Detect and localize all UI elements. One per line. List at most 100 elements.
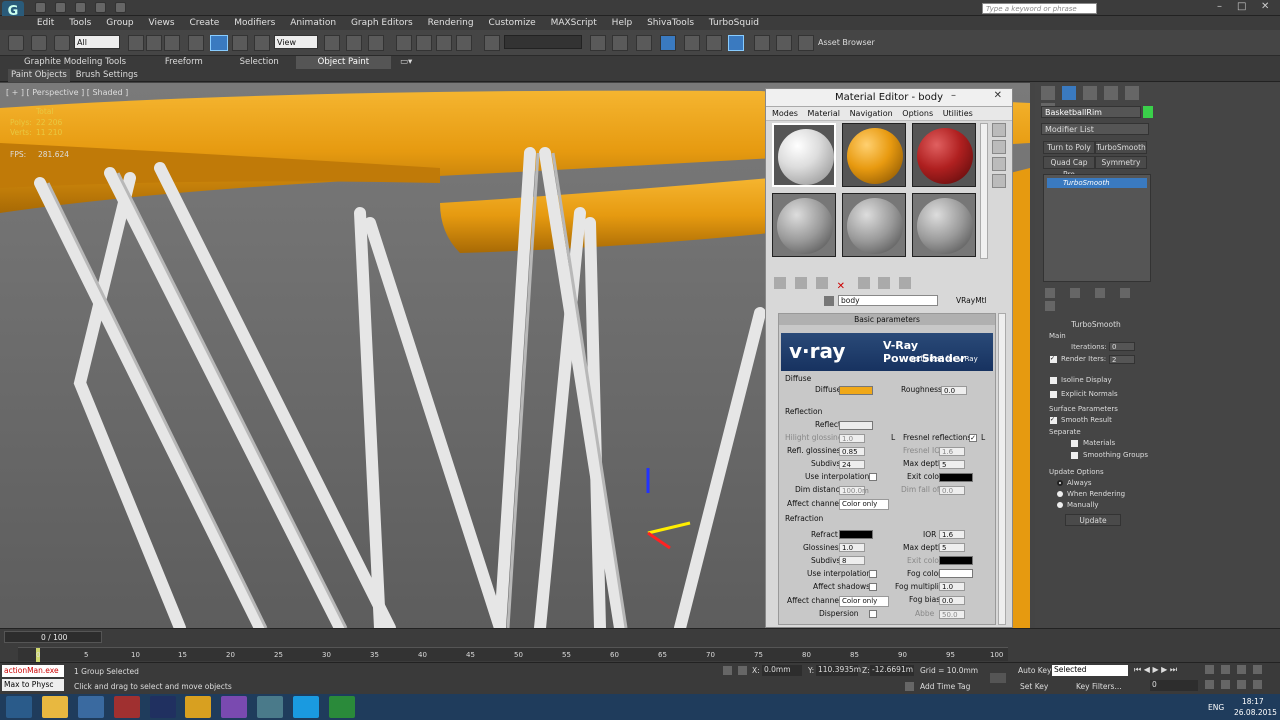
new-file-icon[interactable] bbox=[35, 2, 46, 13]
ior-input[interactable]: 1.6 bbox=[939, 530, 965, 539]
go-to-end-icon[interactable]: ⏭ bbox=[1170, 665, 1177, 674]
maximize-viewport-icon[interactable] bbox=[1253, 680, 1262, 689]
material-editor-titlebar[interactable]: Material Editor - body bbox=[766, 89, 1012, 107]
named-selection-dropdown[interactable] bbox=[504, 35, 582, 49]
explicit-normals-checkbox[interactable] bbox=[1050, 391, 1057, 398]
pivot-center-icon[interactable] bbox=[324, 35, 340, 51]
refract-color-swatch[interactable] bbox=[839, 530, 873, 539]
quad-cap-pro-button[interactable]: Quad Cap Pro bbox=[1043, 156, 1095, 179]
add-time-tag[interactable]: Add Time Tag bbox=[920, 682, 970, 691]
move-icon[interactable] bbox=[210, 35, 228, 51]
zoom-icon[interactable] bbox=[1205, 665, 1214, 674]
refr-max-depth-input[interactable]: 5 bbox=[939, 543, 965, 552]
keyboard-shortcut-icon[interactable] bbox=[368, 35, 384, 51]
mated-menu-material[interactable]: Material bbox=[808, 109, 841, 118]
save-file-icon[interactable] bbox=[74, 2, 86, 13]
rect-selection-icon[interactable] bbox=[164, 35, 180, 51]
reflect-color-swatch[interactable] bbox=[839, 421, 873, 430]
backlight-icon[interactable] bbox=[992, 140, 1006, 154]
mated-menu-navigation[interactable]: Navigation bbox=[850, 109, 893, 118]
viewport-label[interactable]: [ + ] [ Perspective ] [ Shaded ] bbox=[6, 88, 128, 97]
object-name-field[interactable]: BasketballRim bbox=[1041, 106, 1141, 118]
maximize-icon[interactable]: □ bbox=[1237, 1, 1246, 12]
spinner-snap-icon[interactable] bbox=[456, 35, 472, 51]
turbosmooth-rollout-header[interactable]: TurboSmooth bbox=[1041, 320, 1151, 330]
menu-modifiers[interactable]: Modifiers bbox=[228, 16, 281, 30]
refl-gloss-input[interactable]: 0.85 bbox=[839, 447, 865, 456]
always-radio[interactable] bbox=[1057, 480, 1063, 486]
add-time-tag-icon[interactable] bbox=[905, 682, 914, 691]
remove-modifier-icon[interactable] bbox=[1119, 288, 1130, 298]
absolute-mode-icon[interactable] bbox=[738, 666, 747, 675]
refr-use-interp-checkbox[interactable] bbox=[869, 570, 877, 578]
rollout-basic-parameters[interactable]: Basic parameters bbox=[779, 314, 995, 325]
params-scrollbar[interactable] bbox=[998, 313, 1006, 625]
next-frame-icon[interactable]: ▶ bbox=[1161, 665, 1167, 674]
current-frame-input[interactable]: 0 bbox=[1150, 680, 1198, 691]
menu-group[interactable]: Group bbox=[100, 16, 139, 30]
zoom-extents-all-icon[interactable] bbox=[1253, 665, 1262, 674]
prev-frame-icon[interactable]: ◀ bbox=[1144, 665, 1150, 674]
maxscript-listener-line1[interactable]: actionMan.exe bbox=[2, 665, 64, 677]
search-input[interactable]: Type a keyword or phrase bbox=[982, 3, 1097, 14]
render-setup-icon[interactable] bbox=[754, 35, 770, 51]
scale-icon[interactable] bbox=[254, 35, 270, 51]
fog-color-swatch[interactable] bbox=[939, 569, 973, 578]
fresnel-checkbox[interactable]: ✓ bbox=[969, 434, 977, 442]
minimize-icon[interactable]: – bbox=[1217, 1, 1222, 12]
chrome-icon[interactable] bbox=[185, 696, 212, 718]
z-coordinate-input[interactable]: -12.6691m bbox=[870, 665, 914, 676]
menu-edit[interactable]: Edit bbox=[31, 16, 60, 30]
use-interpolation-checkbox[interactable] bbox=[869, 473, 877, 481]
dim-falloff-input[interactable]: 0.0 bbox=[939, 486, 965, 495]
sample-type-icon[interactable] bbox=[992, 123, 1006, 137]
undo-icon[interactable] bbox=[94, 2, 106, 13]
dim-distance-input[interactable]: 100.0m bbox=[839, 486, 869, 495]
orbit-icon[interactable] bbox=[1237, 680, 1246, 689]
display-tab-icon[interactable] bbox=[1124, 86, 1139, 100]
align-icon[interactable] bbox=[612, 35, 628, 51]
mated-menu-utilities[interactable]: Utilities bbox=[943, 109, 973, 118]
snaps-toggle-icon[interactable] bbox=[396, 35, 412, 51]
stack-item-turbosmooth[interactable]: TurboSmooth bbox=[1047, 178, 1147, 188]
modify-tab-icon[interactable] bbox=[1061, 86, 1076, 100]
rendered-frame-icon[interactable] bbox=[776, 35, 792, 51]
turn-to-poly-button[interactable]: Turn to Poly bbox=[1043, 141, 1095, 154]
abbe-input[interactable]: 50.0 bbox=[939, 610, 965, 619]
media-player-icon[interactable] bbox=[149, 696, 176, 718]
subtab-paint-objects[interactable]: Paint Objects bbox=[8, 69, 70, 82]
selection-set-dropdown[interactable]: Selected bbox=[1052, 665, 1128, 676]
y-coordinate-input[interactable]: 110.3935m bbox=[816, 665, 861, 676]
copy-material-icon[interactable] bbox=[857, 277, 870, 289]
time-slider[interactable]: 0 / 100 bbox=[4, 631, 102, 643]
fog-bias-input[interactable]: 0.0 bbox=[939, 596, 965, 605]
go-to-parent-icon[interactable] bbox=[899, 277, 912, 289]
menu-tools[interactable]: Tools bbox=[63, 16, 97, 30]
material-name-field[interactable]: body bbox=[838, 295, 938, 306]
x-coordinate-input[interactable]: 0.0mm bbox=[762, 665, 802, 676]
sample-slot-6[interactable] bbox=[912, 193, 976, 257]
sample-slot-3[interactable] bbox=[912, 123, 976, 187]
exit-color-swatch[interactable] bbox=[939, 473, 973, 482]
track-bar[interactable]: 0 5 10 15 20 25 30 35 40 45 50 55 60 65 … bbox=[18, 647, 1008, 662]
render-production-icon[interactable] bbox=[798, 35, 814, 51]
refr-exit-color-swatch[interactable] bbox=[939, 556, 973, 565]
mated-menu-options[interactable]: Options bbox=[902, 109, 933, 118]
zoom-all-icon[interactable] bbox=[1221, 665, 1230, 674]
edit-named-selection-icon[interactable] bbox=[484, 35, 500, 51]
get-material-icon[interactable] bbox=[774, 277, 786, 289]
clock-date[interactable]: 26.08.2015 bbox=[1234, 708, 1277, 717]
rotate-icon[interactable] bbox=[232, 35, 248, 51]
render-iters-checkbox[interactable]: ✓ bbox=[1050, 356, 1057, 363]
render-iters-input[interactable]: 2 bbox=[1109, 355, 1135, 364]
viber-icon[interactable] bbox=[221, 696, 248, 718]
fresnel-ior-input[interactable]: 1.6 bbox=[939, 447, 965, 456]
tab-freeform[interactable]: Freeform bbox=[143, 56, 217, 69]
create-tab-icon[interactable] bbox=[1041, 86, 1055, 100]
background-icon[interactable] bbox=[992, 157, 1006, 171]
open-file-icon[interactable] bbox=[54, 2, 66, 13]
camtasia-icon[interactable] bbox=[328, 696, 355, 718]
lock-selection-icon[interactable] bbox=[723, 666, 732, 675]
show-in-viewport-icon[interactable] bbox=[878, 277, 891, 289]
sample-slot-1[interactable] bbox=[772, 123, 836, 187]
